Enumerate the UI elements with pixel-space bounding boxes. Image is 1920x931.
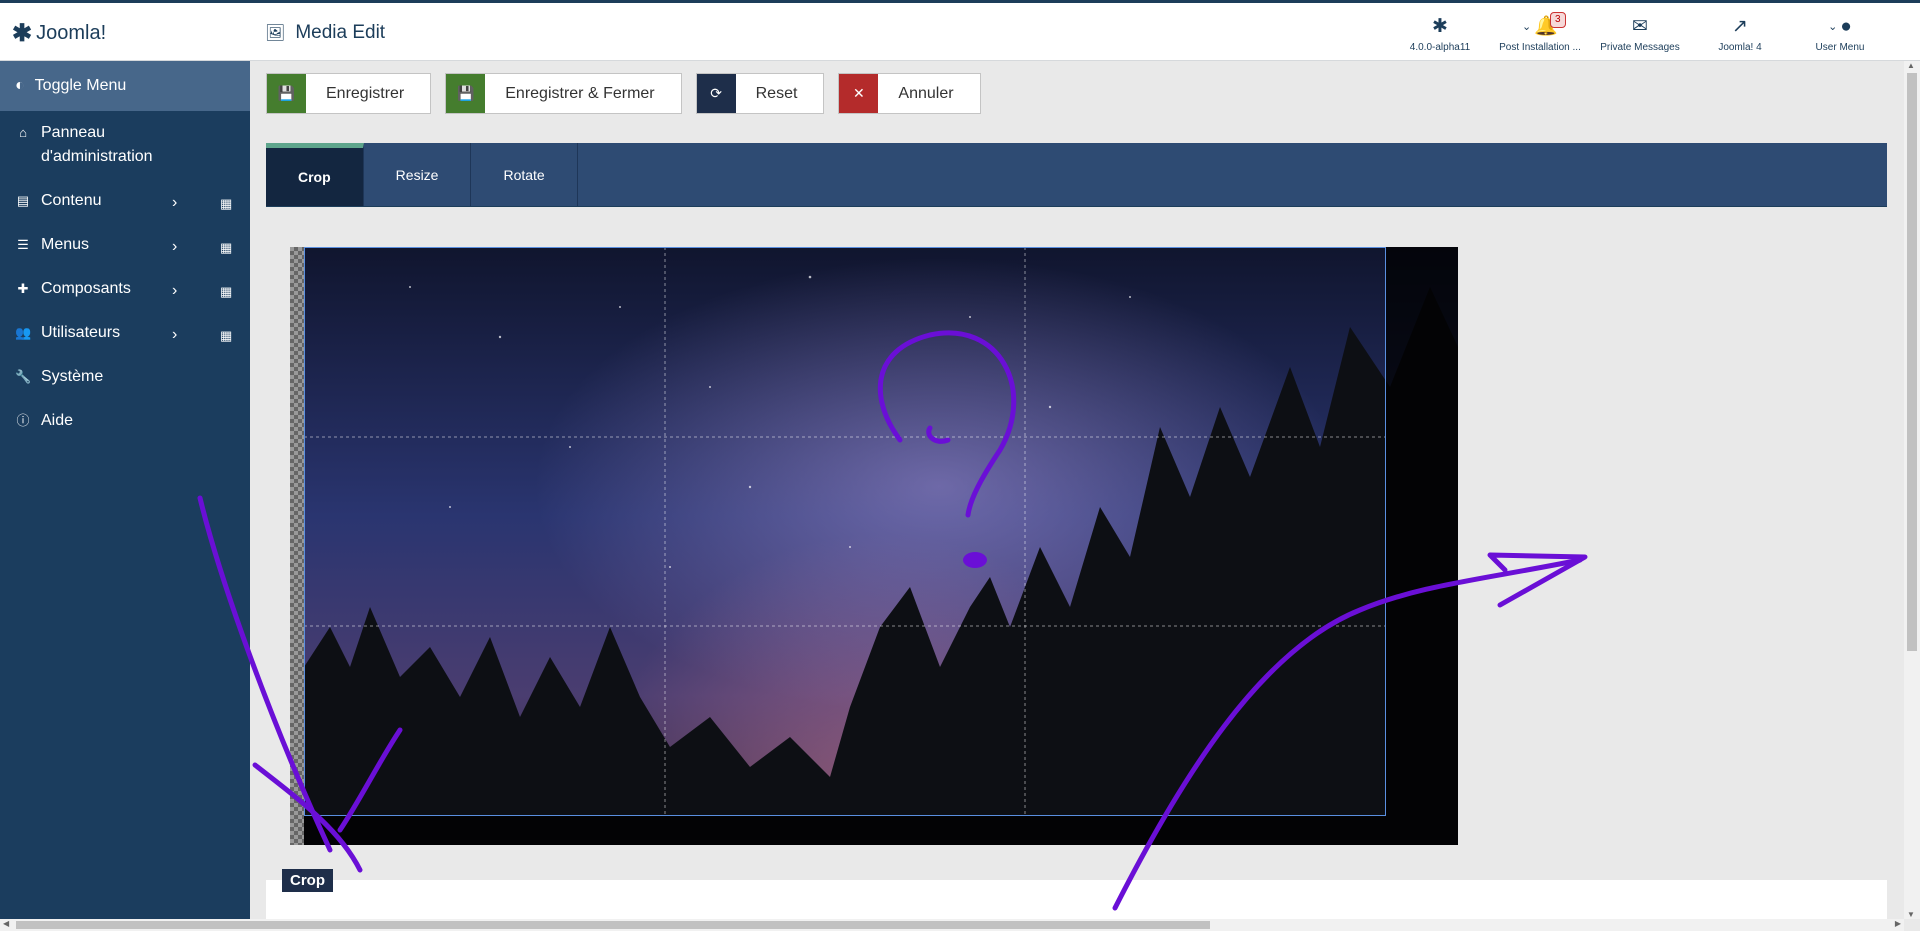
page-title: 🖼 Media Edit xyxy=(265,22,386,43)
user-icon: ● xyxy=(1840,16,1852,38)
header-items: ✱ 4.0.0-alpha11 ⌄ 🔔 3 Post Installation .… xyxy=(1390,12,1890,53)
vertical-scroll-thumb[interactable] xyxy=(1907,73,1917,651)
scroll-left-icon[interactable]: ◀ xyxy=(3,919,9,928)
users-icon: 👥 xyxy=(15,325,32,340)
crop-selection[interactable] xyxy=(304,247,1386,816)
horizontal-scrollbar[interactable]: ◀ ▶ xyxy=(0,919,1904,931)
horizontal-scroll-thumb[interactable] xyxy=(16,921,1210,929)
sidebar-item-content[interactable]: ▤ Contenu › ▦ xyxy=(0,179,250,223)
tab-resize[interactable]: Resize xyxy=(364,143,472,206)
info-icon: ⓘ xyxy=(16,413,30,428)
dashboard-grid-icon[interactable]: ▦ xyxy=(220,324,232,348)
scroll-down-icon[interactable]: ▼ xyxy=(1907,910,1915,919)
wrench-icon: 🔧 xyxy=(15,369,32,384)
external-link-icon: ↗ xyxy=(1732,16,1748,37)
cancel-button[interactable]: ✕ Annuler xyxy=(838,73,981,114)
notification-badge: 3 xyxy=(1550,12,1566,28)
sidebar-item-help[interactable]: ⓘ Aide xyxy=(0,399,250,443)
envelope-icon: ✉ xyxy=(1632,16,1648,37)
chevron-down-icon: ⌄ xyxy=(1522,21,1532,33)
image-canvas[interactable] xyxy=(290,247,1458,845)
crop-mask-right xyxy=(1386,247,1458,845)
save-close-button[interactable]: 💾 Enregistrer & Fermer xyxy=(445,73,682,114)
scroll-right-icon[interactable]: ▶ xyxy=(1895,919,1901,928)
toolbar: 💾 Enregistrer 💾 Enregistrer & Fermer ⟳ R… xyxy=(266,73,981,114)
joomla-icon: ✱ xyxy=(1432,16,1448,37)
crop-mask-bottom xyxy=(304,816,1386,845)
sidebar-item-components[interactable]: ✚ Composants › ▦ xyxy=(0,267,250,311)
scroll-up-icon[interactable]: ▲ xyxy=(1907,61,1915,70)
arrow-head-right xyxy=(1487,552,1588,608)
crop-options-panel xyxy=(266,880,1887,920)
sidebar-item-system[interactable]: 🔧 Système xyxy=(0,355,250,399)
reset-button[interactable]: ⟳ Reset xyxy=(695,73,825,114)
list-icon: ☰ xyxy=(17,237,29,252)
images-icon: 🖼 xyxy=(265,25,286,42)
header-post-installation[interactable]: ⌄ 🔔 3 Post Installation ... xyxy=(1490,12,1590,53)
file-icon: ▤ xyxy=(16,193,30,208)
save-icon: 💾 xyxy=(267,74,306,113)
sidebar: ◐ Toggle Menu ⌂ Panneau d'administration … xyxy=(0,61,250,931)
close-icon: ✕ xyxy=(839,74,879,113)
chevron-right-icon[interactable]: › xyxy=(172,279,177,303)
tab-rotate[interactable]: Rotate xyxy=(471,143,578,206)
refresh-icon: ⟳ xyxy=(696,74,736,113)
tab-crop[interactable]: Crop xyxy=(266,143,364,206)
chevron-right-icon[interactable]: › xyxy=(172,191,177,215)
joomla-logo[interactable]: ✱ Joomla! xyxy=(12,19,106,48)
sidebar-item-menus[interactable]: ☰ Menus › ▦ xyxy=(0,223,250,267)
home-icon: ⌂ xyxy=(19,125,27,140)
header-version[interactable]: ✱ 4.0.0-alpha11 xyxy=(1390,15,1490,53)
chevron-right-icon[interactable]: › xyxy=(172,323,177,347)
joomla-icon: ✱ xyxy=(12,20,33,47)
header-joomla-site[interactable]: ↗ Joomla! 4 xyxy=(1690,15,1790,53)
edit-tabs: Crop Resize Rotate xyxy=(266,143,1887,207)
puzzle-icon: ✚ xyxy=(17,281,29,296)
sidebar-item-users[interactable]: 👥 Utilisateurs › ▦ xyxy=(0,311,250,355)
header-user-menu[interactable]: ⌄ ● User Menu xyxy=(1790,15,1890,53)
dashboard-grid-icon[interactable]: ▦ xyxy=(220,280,232,304)
top-header: ✱ Joomla! 🖼 Media Edit ✱ 4.0.0-alpha11 ⌄… xyxy=(0,0,1920,61)
dashboard-grid-icon[interactable]: ▦ xyxy=(220,236,232,260)
header-private-messages[interactable]: ✉ Private Messages xyxy=(1590,15,1690,53)
chevron-right-icon[interactable]: › xyxy=(172,235,177,259)
dashboard-grid-icon[interactable]: ▦ xyxy=(220,192,232,216)
logo-text: Joomla! xyxy=(36,22,107,44)
toggle-menu-button[interactable]: ◐ Toggle Menu xyxy=(0,61,250,111)
save-icon: 💾 xyxy=(446,74,486,113)
chevron-down-icon: ⌄ xyxy=(1828,21,1838,33)
sidebar-item-dashboard[interactable]: ⌂ Panneau d'administration xyxy=(0,111,250,179)
save-button[interactable]: 💾 Enregistrer xyxy=(266,73,432,114)
vertical-scrollbar[interactable]: ▲ ▼ xyxy=(1904,61,1920,919)
toggle-icon: ◐ xyxy=(15,77,25,94)
crop-section-label: Crop xyxy=(282,869,333,892)
